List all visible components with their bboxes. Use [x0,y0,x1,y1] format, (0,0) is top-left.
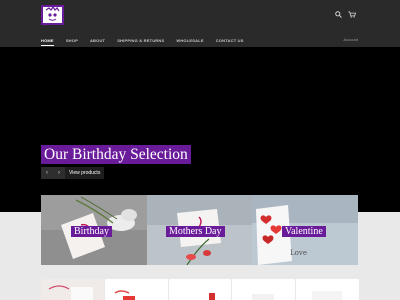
cart-icon[interactable] [348,11,356,18]
view-products-button[interactable]: View products [65,167,105,179]
product-grid [41,279,359,300]
nav-shipping-returns[interactable]: SHIPPING & RETURNS [117,38,164,43]
collection-label-valentine: Valentine [282,226,326,237]
product-card[interactable] [41,279,104,300]
slide-next-button[interactable]: › [53,167,65,179]
search-icon[interactable] [335,11,342,18]
collection-birthday[interactable]: Birthday [41,195,147,265]
collection-valentine[interactable]: Love Valentine [252,195,358,265]
product-image [41,279,104,300]
product-image [104,279,168,300]
product-card[interactable] [168,279,232,300]
nav-home[interactable]: HOME [41,38,54,46]
hero-title: Our Birthday Selection [41,145,191,164]
slide-prev-button[interactable]: ‹ [41,167,53,179]
hero-controls: ‹ › View products [41,167,105,179]
header-icons [335,11,356,18]
site-header: HOME SHOP ABOUT SHIPPING & RETURNS WHOLE… [0,0,400,47]
collection-label-birthday: Birthday [71,226,112,237]
product-image [296,279,359,300]
hero-slideshow [0,47,400,212]
main-nav: HOME SHOP ABOUT SHIPPING & RETURNS WHOLE… [41,36,256,46]
nav-wholesale[interactable]: WHOLESALE [176,38,203,43]
nav-shop[interactable]: SHOP [66,38,78,43]
logo-face-icon [43,7,62,23]
account-link[interactable]: Account [344,37,358,42]
nav-about[interactable]: ABOUT [90,38,105,43]
product-card[interactable] [232,279,296,300]
svg-text:Love: Love [290,249,307,257]
product-image [168,279,232,300]
collection-mothers-day[interactable]: Mothers Day [147,195,252,265]
collection-label-mothers-day: Mothers Day [166,226,225,237]
store-logo[interactable] [41,5,64,25]
product-card[interactable] [104,279,168,300]
nav-contact-us[interactable]: CONTACT US [216,38,244,43]
product-card[interactable] [296,279,359,300]
product-image [232,279,296,300]
